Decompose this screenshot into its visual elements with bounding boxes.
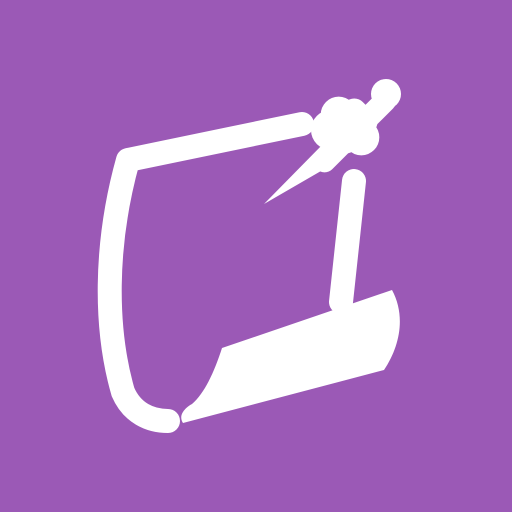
app-icon-tile (0, 0, 512, 512)
pin-head (371, 79, 401, 109)
pin-base (311, 110, 351, 150)
sticky-note-pin-icon (97, 79, 401, 433)
note-curl-shape (181, 290, 400, 423)
